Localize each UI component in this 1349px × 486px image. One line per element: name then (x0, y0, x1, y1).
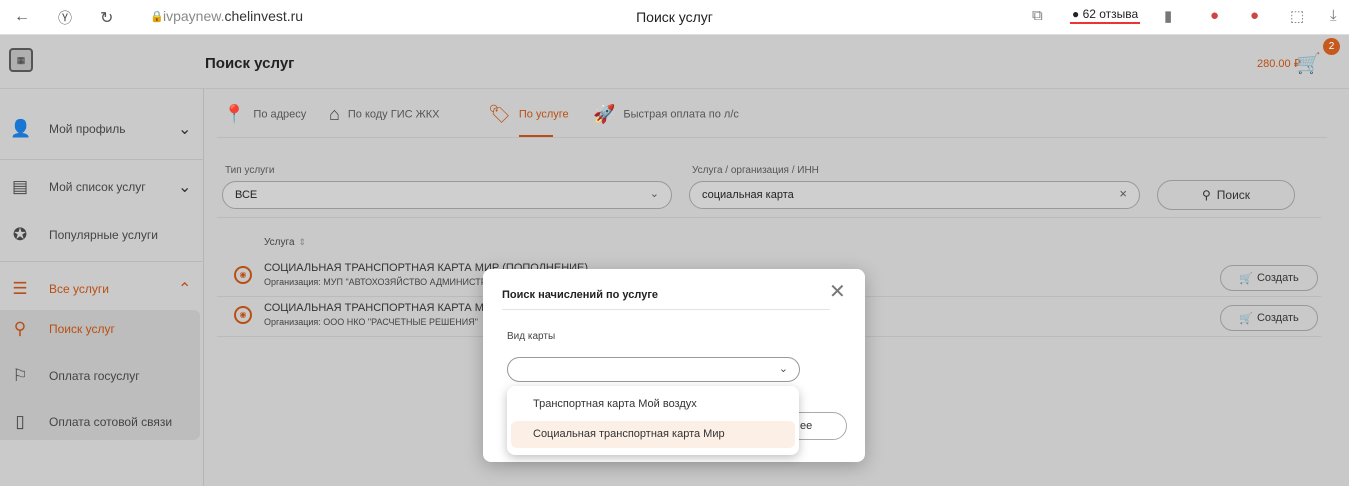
tabs-divider (217, 137, 1327, 138)
search-icon: ⚲ (1201, 188, 1211, 202)
dropdown-option[interactable]: Транспортная карта Мой воздух (511, 391, 795, 418)
chevron-down-icon[interactable]: ⌄ (178, 119, 191, 139)
sidebar-item-my-services[interactable]: ▤ Мой список услуг ⌄ (0, 167, 204, 207)
chevron-down-icon: ⌄ (778, 363, 788, 375)
extension-icon-2[interactable]: ● (1250, 7, 1259, 24)
url-host-prefix: ivpaynew. (163, 8, 225, 24)
service-org: Организация: МУП "АВТОХОЗЯЙСТВО АДМИНИСТ… (264, 277, 515, 287)
yandex-icon[interactable]: Ⓨ (58, 8, 72, 28)
cart-icon[interactable]: 🛒 (1296, 51, 1321, 76)
tab-by-address[interactable]: 📍 По адресу (223, 104, 306, 125)
chevron-up-icon[interactable]: ⌃ (178, 279, 191, 299)
sidebar-item-label: Мой список услуг (49, 180, 146, 194)
sidebar-item-all-services[interactable]: ☰ Все услуги ⌃ (0, 269, 204, 309)
column-header-label: Услуга (264, 237, 295, 248)
service-icon: ◉ (234, 266, 252, 284)
tabs-icon[interactable]: ⧉ (1032, 7, 1043, 24)
award-icon: ✪ (12, 225, 28, 244)
user-icon: 👤 (10, 119, 32, 138)
service-query-input[interactable]: социальная карта × (689, 181, 1140, 209)
tab-label: Быстрая оплата по л/с (623, 108, 739, 121)
sidebar-item-profile[interactable]: 👤 Мой профиль ⌄ (0, 109, 204, 149)
search-button-label: Поиск (1216, 188, 1251, 202)
chevron-down-icon: ⌄ (649, 188, 659, 200)
sidebar-divider (0, 159, 204, 160)
flag-icon: ⚐ (12, 366, 28, 385)
service-query-value: социальная карта (702, 189, 794, 201)
bookmark-icon[interactable]: ▮ (1164, 7, 1172, 25)
search-button[interactable]: ⚲ Поиск (1157, 180, 1295, 210)
card-type-select[interactable]: ⌄ (507, 357, 800, 382)
service-org: Организация: ООО НКО "РАСЧЕТНЫЕ РЕШЕНИЯ" (264, 317, 478, 327)
tab-by-gis-code[interactable]: ⌂ По коду ГИС ЖКХ (329, 104, 440, 125)
app-logo-icon[interactable]: ▦ (9, 48, 33, 72)
service-title: СОЦИАЛЬНАЯ ТРАНСПОРТНАЯ КАРТА МИР (264, 302, 500, 314)
card-type-label: Вид карты (507, 331, 556, 342)
id-card-icon: ▤ (11, 177, 29, 196)
chevron-down-icon[interactable]: ⌄ (178, 177, 191, 197)
phone-icon: ▯ (15, 412, 25, 431)
modal-divider (502, 309, 830, 310)
back-icon[interactable]: ← (14, 8, 30, 26)
filters-divider (217, 217, 1321, 218)
sidebar-item-label: Оплата сотовой связи (49, 415, 173, 429)
url-host: chelinvest.ru (224, 8, 304, 24)
create-button[interactable]: 🛒 Создать (1220, 265, 1318, 291)
create-button-label: Создать (1256, 272, 1299, 284)
download-icon[interactable]: ⤓ (1330, 7, 1337, 24)
sidebar: 👤 Мой профиль ⌄ ▤ Мой список услуг ⌄ ✪ П… (0, 89, 204, 486)
cart-icon: 🛒 (1239, 272, 1253, 285)
tab-label: По коду ГИС ЖКХ (347, 108, 440, 121)
sidebar-item-label: Популярные услуги (49, 228, 158, 242)
tab-label: По услуге (518, 108, 569, 121)
modal-title: Поиск начислений по услуге (502, 289, 659, 301)
sort-icon: ⇕ (298, 237, 307, 247)
column-header-service[interactable]: Услуга ⇕ (264, 237, 306, 248)
home-icon: ⌂ (329, 104, 340, 124)
reviews-label: 62 отзыва (1082, 7, 1139, 21)
card-type-dropdown: Транспортная карта Мой воздух Социальная… (507, 386, 799, 455)
search-icon: ⚲ (13, 319, 27, 338)
speech-bubble-icon: ● (1072, 7, 1080, 21)
map-pin-icon: 📍 (223, 104, 246, 124)
service-type-label: Тип услуги (225, 165, 275, 176)
service-type-select[interactable]: ВСЕ ⌄ (222, 181, 672, 209)
create-button[interactable]: 🛒 Создать (1220, 305, 1318, 331)
cart-sum[interactable]: 280.00 ₽ (1257, 57, 1301, 70)
sidebar-item-label: Поиск услуг (49, 322, 115, 336)
sidebar-item-search-services[interactable]: ⚲ Поиск услуг (0, 309, 204, 349)
service-query-label: Услуга / организация / ИНН (692, 165, 819, 176)
page-title: Поиск услуг (205, 55, 295, 72)
sidebar-divider (0, 261, 204, 262)
service-icon: ◉ (234, 306, 252, 324)
service-type-value: ВСЕ (235, 189, 258, 201)
sidebar-item-popular[interactable]: ✪ Популярные услуги (0, 215, 204, 255)
create-button-label: Создать (1256, 312, 1299, 324)
list-icon: ☰ (12, 279, 28, 298)
browser-toolbar: ← Ⓨ ↻ 🔒 ivpaynew.chelinvest.ru Поиск усл… (0, 0, 1349, 35)
sidebar-item-label: Оплата госуслуг (49, 369, 140, 383)
sidebar-item-label: Мой профиль (49, 122, 126, 136)
rocket-icon: 🚀 (593, 104, 616, 124)
cart-count-badge: 2 (1323, 38, 1340, 55)
extension-icon[interactable]: ● (1210, 7, 1219, 24)
app-header: ▦ Поиск услуг 280.00 ₽ 🛒 2 (0, 35, 1349, 89)
tab-by-service[interactable]: 🏷 По услуге (488, 104, 569, 125)
sidebar-item-gov-payments[interactable]: ⚐ Оплата госуслуг (0, 356, 204, 396)
reload-icon[interactable]: ↻ (100, 8, 113, 28)
tab-quick-pay[interactable]: 🚀 Быстрая оплата по л/с (593, 104, 739, 125)
lock-icon: 🔒 (150, 11, 164, 23)
cart-icon: 🛒 (1239, 312, 1253, 325)
reviews-button[interactable]: ● 62 отзыва (1070, 7, 1141, 24)
close-icon[interactable]: ✕ (829, 279, 846, 304)
sidebar-item-mobile-payments[interactable]: ▯ Оплата сотовой связи (0, 402, 204, 442)
collections-icon[interactable]: ⬚ (1290, 7, 1304, 25)
dropdown-option-selected[interactable]: Социальная транспортная карта Мир (511, 421, 795, 448)
clear-icon[interactable]: × (1119, 186, 1127, 201)
tab-label: По адресу (253, 108, 307, 121)
address-bar[interactable]: ivpaynew.chelinvest.ru (163, 8, 303, 24)
sidebar-item-label: Все услуги (49, 282, 109, 296)
tag-icon: 🏷 (488, 104, 511, 124)
